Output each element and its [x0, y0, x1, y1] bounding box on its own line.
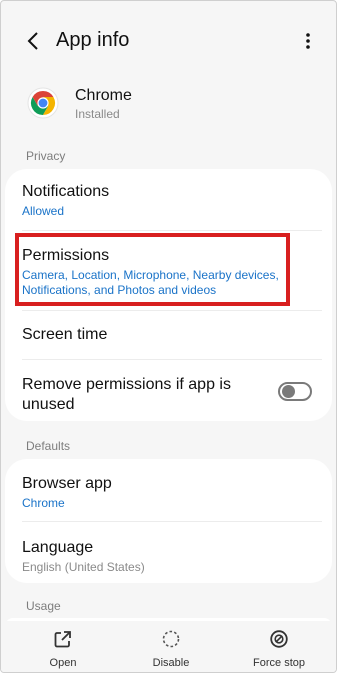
disable-label: Disable: [152, 657, 190, 669]
language-item[interactable]: Language English (United States): [22, 538, 315, 575]
force-stop-label: Force stop: [253, 657, 305, 669]
app-summary: Chrome Installed: [1, 85, 336, 125]
permissions-highlight-box: [15, 233, 290, 306]
app-status: Installed: [75, 107, 120, 121]
chrome-logo-icon: [27, 87, 59, 119]
divider: [22, 310, 322, 311]
section-label-defaults: Defaults: [26, 439, 71, 453]
disable-circle-icon: [162, 630, 180, 648]
browser-app-title: Browser app: [22, 475, 112, 492]
language-value: English (United States): [22, 560, 145, 574]
browser-app-item[interactable]: Browser app Chrome: [22, 474, 315, 511]
divider: [22, 230, 322, 231]
screen-time-title: Screen time: [22, 326, 108, 343]
notifications-value: Allowed: [22, 204, 65, 218]
remove-permissions-title: Remove permissions if app is unused: [22, 376, 231, 413]
force-stop-icon: [270, 630, 288, 648]
section-label-privacy: Privacy: [26, 149, 66, 163]
remove-permissions-toggle[interactable]: [278, 382, 312, 401]
more-vertical-icon: [306, 33, 310, 49]
open-label: Open: [49, 657, 77, 669]
remove-permissions-item[interactable]: Remove permissions if app is unused: [22, 375, 246, 415]
page-title: App info: [56, 29, 130, 51]
section-label-usage: Usage: [26, 599, 61, 613]
back-chevron-icon: [27, 32, 38, 50]
divider: [22, 359, 322, 360]
force-stop-button[interactable]: Force stop: [239, 629, 319, 669]
notifications-item[interactable]: Notifications Allowed: [22, 182, 315, 219]
top-app-bar: App info: [1, 1, 336, 81]
open-button[interactable]: Open: [23, 629, 103, 669]
divider: [22, 521, 322, 522]
screen-time-item[interactable]: Screen time: [22, 325, 315, 345]
browser-app-value: Chrome: [22, 496, 65, 510]
language-title: Language: [22, 539, 94, 556]
app-info-screen: App info Chrome Installed Privacy Notifi…: [0, 0, 337, 673]
more-options-button[interactable]: [298, 27, 318, 55]
open-external-icon: [54, 631, 71, 648]
notifications-title: Notifications: [22, 183, 110, 200]
app-name: Chrome: [75, 87, 132, 104]
back-button[interactable]: [19, 27, 47, 55]
disable-button[interactable]: Disable: [131, 629, 211, 669]
toggle-knob: [282, 385, 295, 398]
